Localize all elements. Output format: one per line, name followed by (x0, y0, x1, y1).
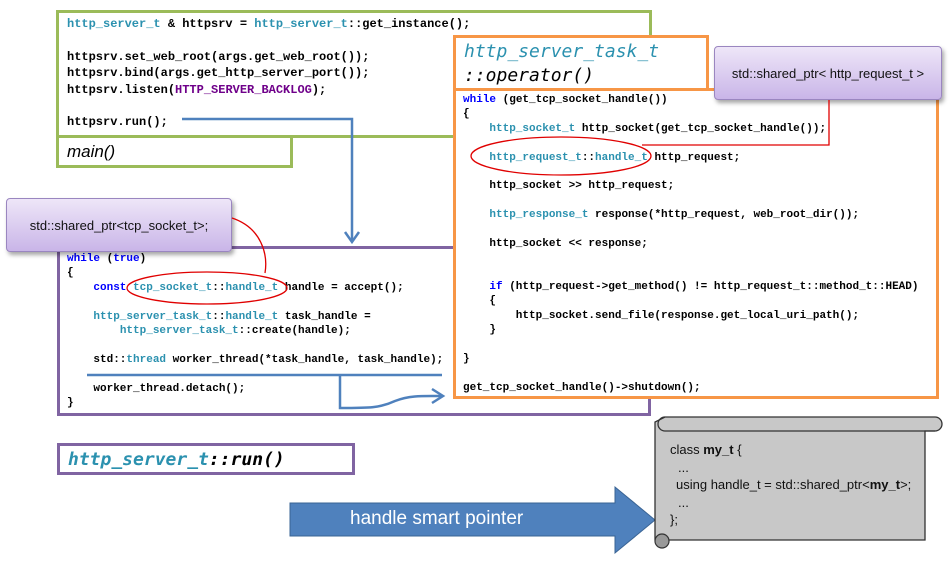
blue-flow-arrows (87, 117, 446, 410)
class-line-3: using handle_t = std::shared_ptr<my_t>; (670, 476, 911, 494)
class-line-5: }; (670, 512, 678, 527)
class-line-2: ... (678, 459, 689, 475)
class-name: my_t (703, 442, 734, 457)
class-line-4: ... (678, 494, 689, 510)
tcp-handle-highlight-ellipse (126, 271, 288, 305)
class-line-1: class my_t { (670, 441, 911, 459)
big-arrow-label: handle smart pointer (350, 508, 524, 529)
using-decl: using handle_t = std::shared_ptr< (676, 477, 870, 492)
red-annotations (126, 100, 830, 305)
http-request-handle-connector (642, 100, 830, 146)
tcp-handle-connector (231, 217, 267, 274)
using-end: >; (900, 477, 912, 492)
class-keyword: class (670, 442, 704, 457)
class-brace: { (733, 442, 742, 457)
class-scroll-text: class my_t { ... using handle_t = std::s… (670, 441, 911, 529)
template-arg: my_t (869, 477, 901, 492)
http-request-handle-highlight-ellipse (470, 136, 652, 176)
thread-spawn-arrow (338, 375, 443, 410)
run-call-arrow (182, 117, 354, 240)
